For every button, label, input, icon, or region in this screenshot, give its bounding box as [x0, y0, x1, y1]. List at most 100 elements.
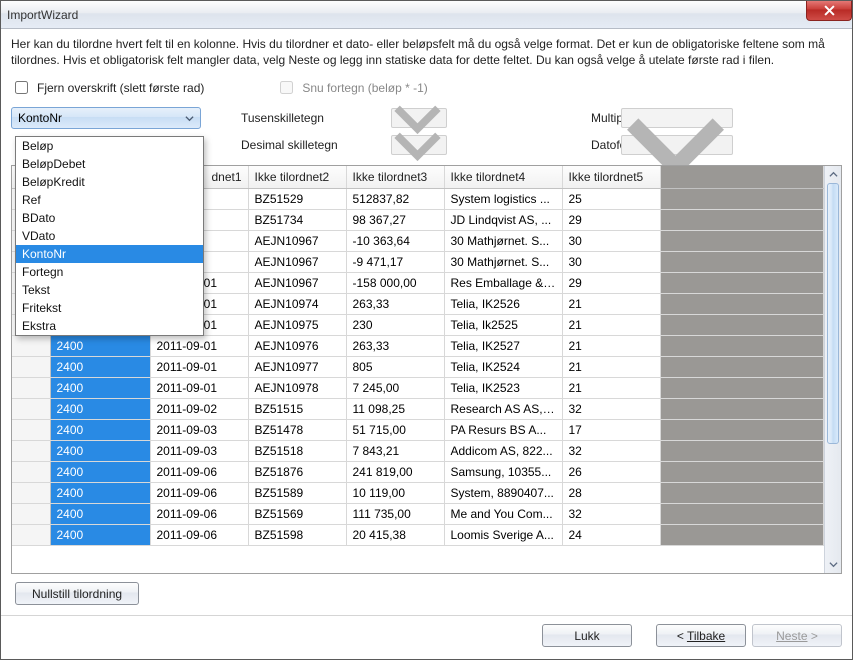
table-row[interactable]: 24002011-09-02BZ5151511 098,25Research A… — [12, 398, 824, 419]
next-button[interactable]: Neste > — [752, 624, 842, 647]
table-cell[interactable]: 21 — [562, 377, 660, 398]
table-cell[interactable]: 2011-09-03 — [150, 440, 248, 461]
table-cell[interactable]: 24 — [562, 524, 660, 545]
table-cell[interactable]: 2011-09-06 — [150, 524, 248, 545]
table-cell[interactable] — [12, 335, 50, 356]
table-cell[interactable]: 29 — [562, 272, 660, 293]
table-cell[interactable]: BZ51518 — [248, 440, 346, 461]
table-cell[interactable]: 11 098,25 — [346, 398, 444, 419]
table-cell[interactable]: System, 8890407... — [444, 482, 562, 503]
table-cell[interactable]: -158 000,00 — [346, 272, 444, 293]
table-cell[interactable]: 805 — [346, 356, 444, 377]
dropdown-item[interactable]: Beløp — [16, 137, 203, 155]
table-cell[interactable]: -10 363,64 — [346, 230, 444, 251]
table-cell[interactable]: 2400 — [50, 503, 150, 524]
table-cell[interactable]: 21 — [562, 356, 660, 377]
table-cell[interactable]: 241 819,00 — [346, 461, 444, 482]
table-cell[interactable] — [12, 503, 50, 524]
table-cell[interactable]: 51 715,00 — [346, 419, 444, 440]
table-cell[interactable]: 2011-09-03 — [150, 419, 248, 440]
reset-mapping-button[interactable]: Nullstill tilordning — [15, 582, 139, 605]
close-button[interactable] — [806, 1, 852, 21]
table-cell[interactable]: 263,33 — [346, 293, 444, 314]
scrollbar-track[interactable] — [825, 183, 841, 556]
table-cell[interactable]: 32 — [562, 398, 660, 419]
field-mapping-dropdown[interactable]: KontoNr — [11, 107, 201, 129]
table-cell[interactable] — [12, 482, 50, 503]
table-cell[interactable]: AEJN10967 — [248, 230, 346, 251]
table-cell[interactable]: BZ51589 — [248, 482, 346, 503]
dropdown-item[interactable]: BeløpDebet — [16, 155, 203, 173]
flip-sign-input[interactable] — [280, 81, 293, 94]
table-header[interactable]: Ikke tilordnet5 — [562, 166, 660, 188]
dropdown-item[interactable]: KontoNr — [16, 245, 203, 263]
table-cell[interactable]: 17 — [562, 419, 660, 440]
table-cell[interactable]: 2400 — [50, 377, 150, 398]
table-cell[interactable]: 7 843,21 — [346, 440, 444, 461]
table-cell[interactable]: AEJN10967 — [248, 251, 346, 272]
table-cell[interactable]: 30 Mathjørnet. S... — [444, 251, 562, 272]
table-row[interactable]: 24002011-09-03BZ5147851 715,00PA Resurs … — [12, 419, 824, 440]
table-cell[interactable]: 2400 — [50, 419, 150, 440]
table-cell[interactable]: 2400 — [50, 482, 150, 503]
table-cell[interactable] — [12, 398, 50, 419]
table-cell[interactable]: AEJN10976 — [248, 335, 346, 356]
table-row[interactable]: 24002011-09-01AEJN10976263,33Telia, IK25… — [12, 335, 824, 356]
table-cell[interactable]: Res Emballage & ... — [444, 272, 562, 293]
table-row[interactable]: 24002011-09-03BZ515187 843,21Addicom AS,… — [12, 440, 824, 461]
decimal-sep-combo[interactable] — [391, 135, 447, 155]
table-cell[interactable]: 30 — [562, 251, 660, 272]
dropdown-item[interactable]: BDato — [16, 209, 203, 227]
table-cell[interactable]: 2400 — [50, 398, 150, 419]
dropdown-item[interactable]: Tekst — [16, 281, 203, 299]
table-row[interactable]: 24002011-09-01AEJN10977805Telia, IK25242… — [12, 356, 824, 377]
table-cell[interactable]: 20 415,38 — [346, 524, 444, 545]
table-cell[interactable]: AEJN10977 — [248, 356, 346, 377]
table-cell[interactable]: System logistics ... — [444, 188, 562, 209]
dropdown-item[interactable]: BeløpKredit — [16, 173, 203, 191]
table-row[interactable]: 24002011-09-06BZ5158910 119,00System, 88… — [12, 482, 824, 503]
table-header[interactable]: Ikke tilordnet4 — [444, 166, 562, 188]
table-cell[interactable]: 2011-09-01 — [150, 335, 248, 356]
table-cell[interactable]: 26 — [562, 461, 660, 482]
table-cell[interactable]: Addicom AS, 822... — [444, 440, 562, 461]
table-cell[interactable]: 21 — [562, 314, 660, 335]
table-cell[interactable]: 2400 — [50, 461, 150, 482]
table-cell[interactable]: 111 735,00 — [346, 503, 444, 524]
scroll-up-button[interactable] — [825, 166, 841, 183]
table-cell[interactable]: Telia, Ik2525 — [444, 314, 562, 335]
table-cell[interactable]: Me and You Com... — [444, 503, 562, 524]
table-cell[interactable]: 2400 — [50, 524, 150, 545]
table-cell[interactable]: Loomis Sverige A... — [444, 524, 562, 545]
table-cell[interactable]: Samsung, 10355... — [444, 461, 562, 482]
table-cell[interactable]: AEJN10967 — [248, 272, 346, 293]
table-cell[interactable]: 512837,82 — [346, 188, 444, 209]
table-cell[interactable]: 2400 — [50, 335, 150, 356]
table-cell[interactable]: AEJN10974 — [248, 293, 346, 314]
table-header[interactable]: Ikke tilordnet2 — [248, 166, 346, 188]
table-cell[interactable]: Telia, IK2524 — [444, 356, 562, 377]
table-cell[interactable]: 21 — [562, 293, 660, 314]
table-cell[interactable] — [12, 419, 50, 440]
close-wizard-button[interactable]: Lukk — [542, 624, 632, 647]
table-row[interactable]: 24002011-09-06BZ51876241 819,00Samsung, … — [12, 461, 824, 482]
table-cell[interactable]: 2011-09-06 — [150, 482, 248, 503]
table-cell[interactable] — [12, 461, 50, 482]
table-cell[interactable]: 7 245,00 — [346, 377, 444, 398]
table-cell[interactable]: 2011-09-06 — [150, 461, 248, 482]
table-cell[interactable] — [12, 440, 50, 461]
table-header[interactable]: Ikke tilordnet3 — [346, 166, 444, 188]
table-cell[interactable]: 30 — [562, 230, 660, 251]
table-cell[interactable]: 2011-09-06 — [150, 503, 248, 524]
table-cell[interactable]: 10 119,00 — [346, 482, 444, 503]
table-cell[interactable]: 30 Mathjørnet. S... — [444, 230, 562, 251]
remove-header-input[interactable] — [15, 81, 28, 94]
remove-header-checkbox[interactable]: Fjern overskrift (slett første rad) — [11, 78, 204, 97]
dateformat-combo[interactable] — [621, 135, 733, 155]
table-cell[interactable]: Telia, IK2523 — [444, 377, 562, 398]
table-cell[interactable]: -9 471,17 — [346, 251, 444, 272]
table-cell[interactable]: BZ51876 — [248, 461, 346, 482]
table-row[interactable]: 24002011-09-01AEJN109787 245,00Telia, IK… — [12, 377, 824, 398]
dropdown-item[interactable]: Fortegn — [16, 263, 203, 281]
table-cell[interactable]: AEJN10975 — [248, 314, 346, 335]
